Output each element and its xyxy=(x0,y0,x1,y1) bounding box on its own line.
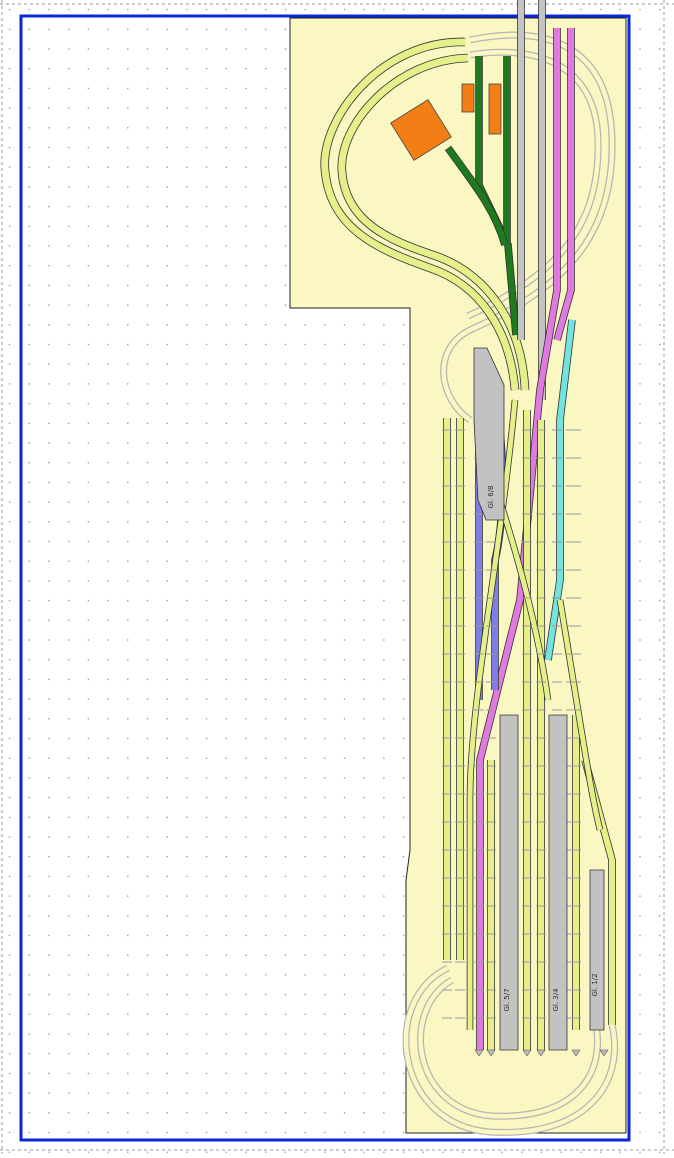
small-building-2 xyxy=(488,83,502,135)
platform-label-6-8: Gl. 6/8 xyxy=(487,485,495,508)
platform-label-3-4: Gl. 3/4 xyxy=(552,988,560,1012)
platform-1-2 xyxy=(589,869,605,1031)
small-building-1 xyxy=(461,83,475,113)
platform-label-5-7: Gl. 5/7 xyxy=(503,988,511,1011)
platform-label-1-2: Gl. 1/2 xyxy=(591,973,599,996)
layout-canvas: Gl. 1/2 Gl. 3/4 Gl. 5/7 Gl. 6/8 xyxy=(0,0,674,1154)
track-plan-drawing: Gl. 1/2 Gl. 3/4 Gl. 5/7 Gl. 6/8 xyxy=(0,0,674,1154)
